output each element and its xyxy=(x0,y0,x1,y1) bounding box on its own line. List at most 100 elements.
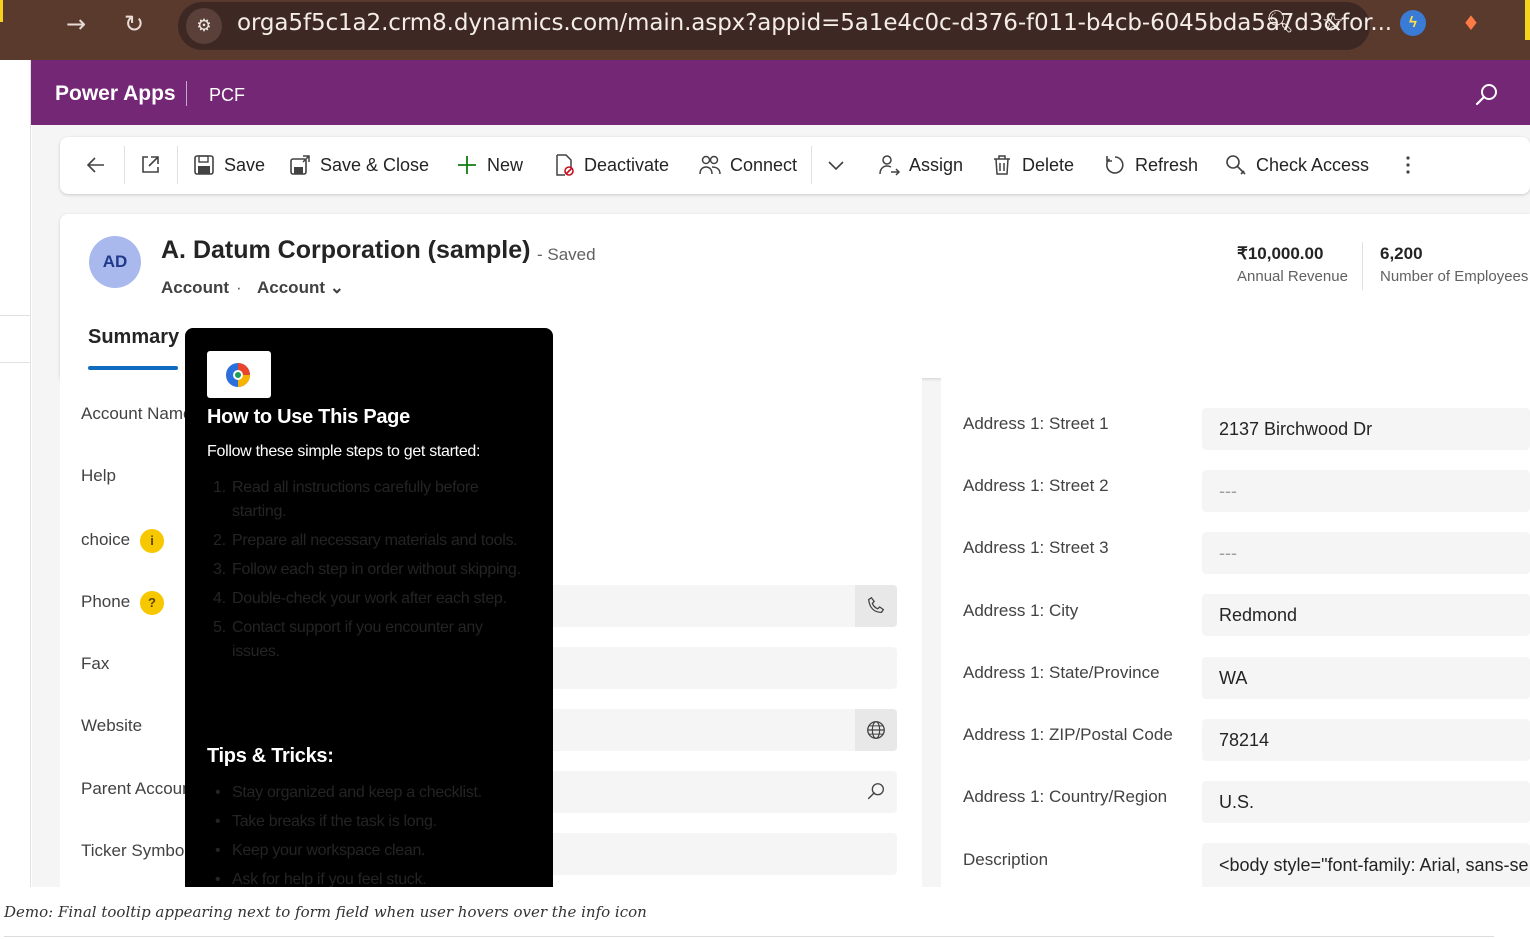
refresh-icon xyxy=(1103,153,1127,177)
tooltip-title: How to Use This Page xyxy=(207,406,410,428)
field-label-street1: Address 1: Street 1 xyxy=(963,414,1109,433)
connect-button[interactable]: Connect xyxy=(698,152,797,178)
highlight-marker xyxy=(0,0,3,22)
avatar: AD xyxy=(89,236,141,288)
bookmark-star-icon[interactable]: ☆ xyxy=(1316,6,1350,40)
connect-dropdown-button[interactable] xyxy=(824,152,856,178)
field-label-street3: Address 1: Street 3 xyxy=(963,538,1109,557)
save-button[interactable]: Save xyxy=(192,152,265,178)
new-button[interactable]: New xyxy=(455,152,523,178)
separator-dot: · xyxy=(236,278,242,297)
deactivate-button[interactable]: Deactivate xyxy=(552,152,669,178)
tooltip-step: 2. Prepare all necessary materials and to… xyxy=(213,532,518,549)
extension-bolt-icon[interactable]: ϟ xyxy=(1400,10,1426,36)
parent-account-input[interactable] xyxy=(520,771,897,813)
field-label-phone: Phone xyxy=(81,592,131,611)
field-label-parent-account: Parent Account xyxy=(81,779,197,798)
reload-icon[interactable]: ↻ xyxy=(118,8,150,40)
kpi-divider xyxy=(1362,242,1363,290)
new-label: New xyxy=(487,154,524,175)
field-label-street2: Address 1: Street 2 xyxy=(963,476,1109,495)
field-label-country: Address 1: Country/Region xyxy=(963,787,1168,806)
extension-rocket-icon[interactable]: ♦ xyxy=(1460,10,1482,36)
employees-value: 6,200 xyxy=(1380,244,1423,263)
tooltip-step: 3. Follow each step in order without skip… xyxy=(213,561,521,578)
help-question-icon[interactable]: ? xyxy=(140,591,164,615)
app-title[interactable]: Power Apps xyxy=(55,82,176,106)
open-new-window-button[interactable] xyxy=(138,152,170,178)
rail-divider xyxy=(0,362,31,363)
phone-call-icon[interactable] xyxy=(855,585,897,627)
zip-input[interactable]: 78214 xyxy=(1202,719,1530,761)
open-in-new-window-icon xyxy=(138,153,162,177)
delete-button[interactable]: Delete xyxy=(990,152,1074,178)
site-settings-icon[interactable]: ⚙ xyxy=(186,8,222,44)
globe-icon[interactable] xyxy=(855,709,897,751)
field-label-account-name: Account Name xyxy=(81,404,193,423)
lookup-search-icon[interactable] xyxy=(855,771,897,813)
trash-icon xyxy=(990,153,1014,177)
tooltip-logo xyxy=(207,351,271,398)
street1-input[interactable]: 2137 Birchwood Dr xyxy=(1202,408,1530,450)
save-close-button[interactable]: Save & Close xyxy=(288,152,429,178)
tooltip-step: 4. Double-check your work after each step… xyxy=(213,590,507,607)
tooltip-steps-list: 1. Read all instructions carefully before… xyxy=(213,476,533,669)
refresh-button[interactable]: Refresh xyxy=(1103,152,1198,178)
tooltip-tip: Keep your workspace clean. xyxy=(213,839,533,863)
app-header xyxy=(31,60,1530,125)
more-vertical-icon xyxy=(1396,153,1420,177)
state-input[interactable]: WA xyxy=(1202,657,1530,699)
field-label-description: Description xyxy=(963,850,1049,869)
phone-input[interactable] xyxy=(520,585,897,627)
zoom-icon[interactable]: 🔍︎ xyxy=(1263,6,1297,40)
field-label-ticker-symbol: Ticker Symbol xyxy=(81,841,189,860)
field-label-website: Website xyxy=(81,716,143,735)
app-name[interactable]: PCF xyxy=(209,85,245,106)
command-divider xyxy=(124,146,125,184)
left-rail xyxy=(0,60,31,887)
city-input[interactable]: Redmond xyxy=(1202,594,1530,636)
check-access-button[interactable]: Check Access xyxy=(1224,152,1369,178)
caption-divider xyxy=(4,936,1494,937)
street3-input[interactable]: --- xyxy=(1202,532,1530,574)
country-input[interactable]: U.S. xyxy=(1202,781,1530,823)
check-access-label: Check Access xyxy=(1256,154,1370,175)
tab-summary[interactable]: Summary xyxy=(88,326,179,349)
people-icon xyxy=(698,153,722,177)
ticker-symbol-input[interactable] xyxy=(520,833,897,875)
tooltip-tips-list: Stay organized and keep a checklist. Tak… xyxy=(213,781,533,897)
more-commands-button[interactable] xyxy=(1396,152,1428,178)
deactivate-label: Deactivate xyxy=(584,154,670,175)
entity-name: Account xyxy=(161,278,229,297)
annual-revenue-value: ₹10,000.00 xyxy=(1237,244,1324,263)
website-input[interactable] xyxy=(520,709,897,751)
annual-revenue-label: Annual Revenue xyxy=(1237,268,1348,285)
url-text[interactable]: orga5f5c1a2.crm8.dynamics.com/main.aspx?… xyxy=(237,10,1392,36)
save-close-label: Save & Close xyxy=(320,154,430,175)
street2-input[interactable]: --- xyxy=(1202,470,1530,512)
command-divider xyxy=(811,146,812,184)
back-button[interactable] xyxy=(84,152,116,178)
info-icon[interactable]: i xyxy=(140,529,164,553)
assign-person-icon xyxy=(877,153,901,177)
delete-label: Delete xyxy=(1022,154,1075,175)
field-label-city: Address 1: City xyxy=(963,601,1079,620)
record-title: A. Datum Corporation (sample) xyxy=(161,236,531,264)
forward-icon[interactable]: → xyxy=(60,8,92,40)
figure-caption: Demo: Final tooltip appearing next to fo… xyxy=(4,903,647,921)
fax-input[interactable] xyxy=(520,647,897,689)
field-label-state: Address 1: State/Province xyxy=(963,663,1160,682)
form-selector[interactable]: Account ⌄ xyxy=(257,278,344,298)
assign-button[interactable]: Assign xyxy=(877,152,963,178)
header-divider xyxy=(186,81,187,106)
assign-label: Assign xyxy=(909,154,964,175)
tooltip-tips-heading: Tips & Tricks: xyxy=(207,745,334,767)
save-icon xyxy=(192,153,216,177)
highlight-marker-right xyxy=(1525,0,1530,40)
save-close-icon xyxy=(288,153,312,177)
search-icon[interactable] xyxy=(1472,80,1502,110)
deactivate-icon xyxy=(552,153,576,177)
app-logo-icon xyxy=(226,363,250,387)
tooltip-intro: Follow these simple steps to get started… xyxy=(207,443,481,460)
tooltip-tip: Stay organized and keep a checklist. xyxy=(213,781,533,805)
